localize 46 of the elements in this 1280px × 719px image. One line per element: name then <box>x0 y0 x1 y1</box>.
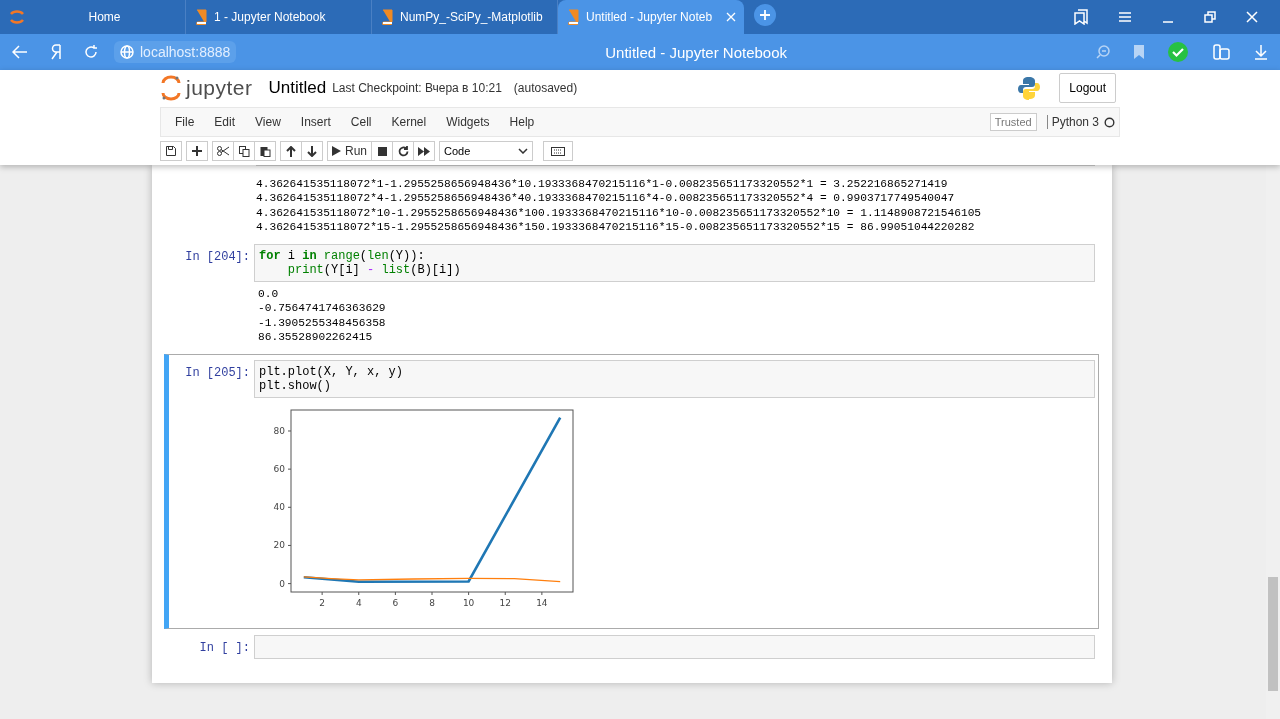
autosave-status: (autosaved) <box>513 81 578 95</box>
x-tick-label: 10 <box>462 598 475 609</box>
output-line: 4.362641535118072*4-1.2955258656948436*40.1933368470215116*4-0.008235651173320552*4 = 0.9903717749540047 <box>256 191 956 206</box>
menu-item[interactable]: Insert <box>290 115 341 129</box>
y-tick-label: 20 <box>273 540 285 551</box>
output-line: 4.362641535118072*1-1.2955258656948436*10.1933368470215116*1-0.008235651173320552*1 = 3.252216865271419 <box>256 177 949 192</box>
output-line: -0.7564741746363629 <box>258 301 387 316</box>
logout-button[interactable]: Logout <box>1059 73 1116 103</box>
run-button[interactable]: Run <box>327 141 372 161</box>
output-line: 0.0 <box>258 287 280 302</box>
y-tick-label: 60 <box>273 464 285 475</box>
cell-type-dropdown[interactable]: Code <box>439 141 533 161</box>
y-tick-label: 40 <box>273 502 285 513</box>
menu-item[interactable]: File <box>165 115 205 129</box>
kernel-name: Python 3 <box>1046 115 1099 129</box>
menu-item[interactable]: View <box>245 115 291 129</box>
x-tick-label: 14 <box>536 598 548 609</box>
x-tick-label: 2 <box>319 598 325 609</box>
page-title: Untitled - Jupyter Notebook <box>604 43 788 61</box>
y-tick-label: 0 <box>279 579 285 589</box>
notebook-name[interactable]: Untitled <box>268 78 327 98</box>
code-input[interactable]: for i in range(len(Y)): print(Y[i] - list(B)[i]) <box>254 244 1095 283</box>
x-tick-label: 8 <box>429 598 435 609</box>
code-input[interactable]: plt.plot(X, Y, x, y) plt.show() <box>254 360 1095 399</box>
cell-prompt: In [204]: <box>184 249 251 267</box>
cell-prompt: In [ ]: <box>198 640 251 658</box>
output-line: 86.35528902262415 <box>258 330 374 345</box>
x-tick-label: 12 <box>499 598 511 609</box>
trusted-indicator[interactable]: Trusted <box>989 113 1037 131</box>
notebook-cell[interactable]: In [205]: plt.plot(X, Y, x, y) plt.show() 2 4 6 8 10 12 14 0 20 40 60 80 <box>164 354 1099 630</box>
x-tick-label: 6 <box>392 598 399 609</box>
x-tick-label: 4 <box>355 598 362 609</box>
notebook-cell[interactable]: In [ ]: <box>164 629 1099 666</box>
cell-prompt: In [205]: <box>184 365 251 383</box>
menu-item[interactable]: Cell <box>340 115 382 129</box>
notebook-cell[interactable]: In [204]: for i in range(len(Y)): print(Y[i] - list(B)[i]) 0.0 -0.7564741746363629 -1.3905255348456358 86.35528902262415 <box>164 238 1099 355</box>
menu-item[interactable]: Edit <box>204 115 246 129</box>
output-line: 4.362641535118072*10-1.2955258656948436*100.1933368470215116*10-0.008235651173320552*10 = 1.1148908721546105 <box>256 205 983 220</box>
menu-item[interactable]: Help <box>499 115 545 129</box>
output-line: 4.362641535118072*15-1.2955258656948436*150.1933368470215116*15-0.008235651173320552*15 = 86.99051044220282 <box>256 219 976 235</box>
checkpoint-text: Last Checkpoint: Вчера в 10:21 <box>332 81 502 95</box>
logo-text: jupyter <box>186 76 253 100</box>
menu-item[interactable]: Widgets <box>436 115 500 129</box>
y-tick-label: 80 <box>273 426 285 437</box>
output-line: -1.3905255348456358 <box>258 315 387 331</box>
menu-item[interactable]: Kernel <box>381 115 437 129</box>
